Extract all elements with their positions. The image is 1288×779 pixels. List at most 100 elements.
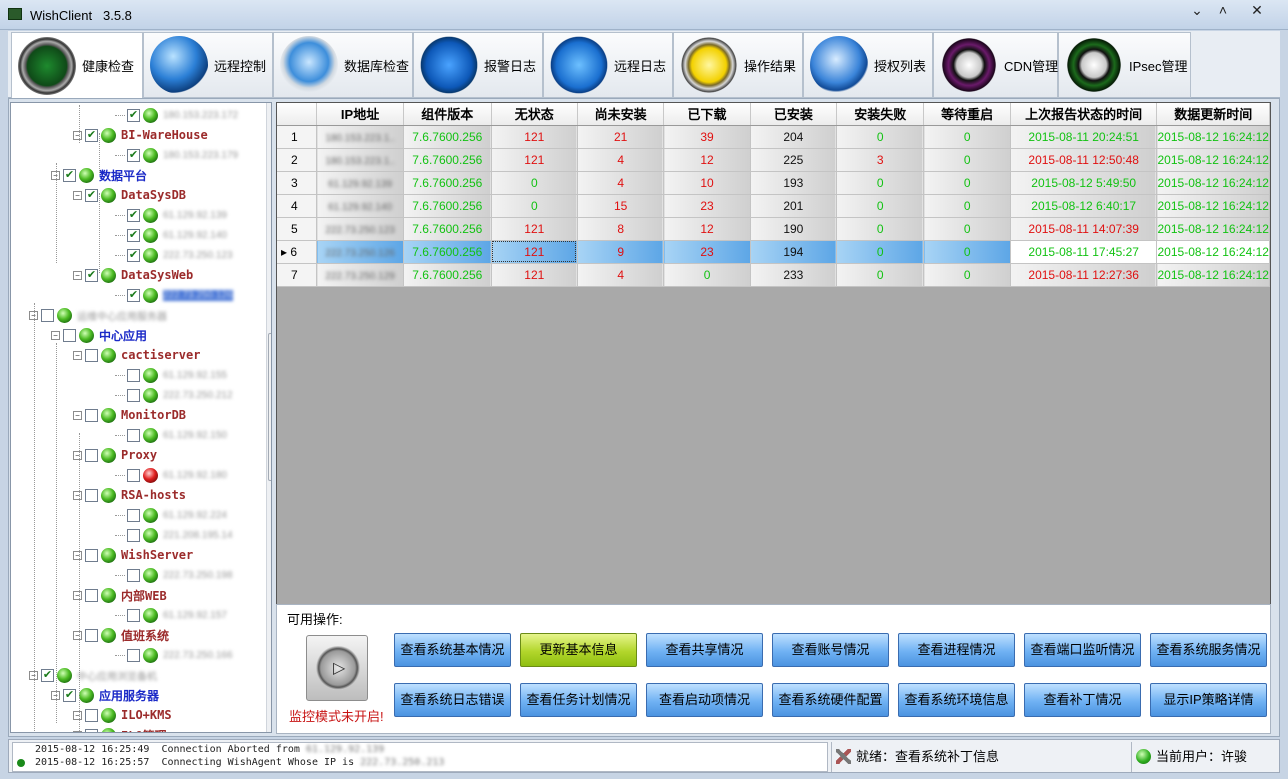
node-checkbox[interactable] <box>127 428 140 442</box>
node-checkbox[interactable] <box>127 508 140 522</box>
table-cell[interactable]: 190 <box>750 217 837 241</box>
tree-scrollbar[interactable]: ▲ ▼ <box>266 103 271 732</box>
table-row[interactable]: 4 61.129.92.140 7.6.7600.256 0 15 23 201 0 0 2015… <box>277 194 1270 218</box>
tree-node[interactable]: ✔ 180.153.223.179 <box>115 145 238 165</box>
table-cell[interactable]: 61.129.92.140 <box>316 194 404 218</box>
tree-node[interactable]: − ✔ DataSysDB <box>73 185 186 205</box>
table-cell[interactable]: 15 <box>577 194 665 218</box>
table-cell[interactable]: 0 <box>836 125 925 149</box>
table-cell[interactable]: 121 <box>491 148 578 172</box>
action-button[interactable]: 查看启动项情况 <box>646 683 763 717</box>
table-cell[interactable]: 180.153.223.1.. <box>316 125 404 149</box>
table-cell[interactable]: 4 <box>577 148 665 172</box>
table-cell[interactable]: 7.6.7600.256 <box>403 148 492 172</box>
table-row[interactable]: ▸ 6 222.73.250.126 7.6.7600.256 121 9 23 194 0 0… <box>277 240 1270 264</box>
table-cell[interactable]: 0 <box>663 263 751 287</box>
minimize-icon[interactable]: ⌄ <box>1184 2 1210 20</box>
node-checkbox[interactable]: ✔ <box>127 208 140 222</box>
table-cell[interactable]: 7.6.7600.256 <box>403 263 492 287</box>
collapse-icon[interactable]: − <box>73 410 82 420</box>
collapse-icon[interactable]: − <box>73 270 82 280</box>
table-cell[interactable]: 0 <box>836 263 925 287</box>
action-button[interactable]: 查看系统服务情况 <box>1150 633 1267 667</box>
node-checkbox[interactable] <box>41 308 54 322</box>
table-cell[interactable]: 121 <box>491 263 578 287</box>
table-cell[interactable]: 23 <box>663 240 751 264</box>
table-cell[interactable]: 2015-08-11 12:50:48 <box>1010 148 1158 172</box>
tree-node[interactable]: ✔ 180.153.223.172 <box>115 105 238 125</box>
column-header[interactable]: 安装失败 <box>836 103 925 126</box>
node-checkbox[interactable]: ✔ <box>63 688 76 702</box>
node-checkbox[interactable] <box>85 548 98 562</box>
node-checkbox[interactable] <box>85 708 98 722</box>
log-console[interactable]: 2015-08-12 16:25:49 Connection Aborted f… <box>12 742 828 772</box>
table-cell[interactable]: 7.6.7600.256 <box>403 240 492 264</box>
tree-node[interactable]: ✔ 61.129.92.139 <box>115 205 227 225</box>
tree-node[interactable]: ✔ 222.73.250.126 <box>115 285 233 305</box>
table-cell[interactable]: 204 <box>750 125 837 149</box>
table-cell[interactable]: 2015-08-11 17:45:27 <box>1010 240 1158 264</box>
tree-node[interactable]: − 值班系统 <box>73 625 169 645</box>
node-checkbox[interactable] <box>127 568 140 582</box>
action-button[interactable]: 查看进程情况 <box>898 633 1015 667</box>
tab-license-list[interactable]: 授权列表 <box>803 32 933 98</box>
column-header[interactable]: 上次报告状态的时间 <box>1010 103 1158 126</box>
table-cell[interactable]: 222.73.250.126 <box>316 240 404 264</box>
tree-node[interactable]: 222.73.250.212 <box>115 385 233 405</box>
table-cell[interactable]: 39 <box>663 125 751 149</box>
table-cell[interactable]: 0 <box>923 217 1011 241</box>
table-cell[interactable]: 222.73.250.123 <box>316 217 404 241</box>
row-header[interactable]: 7 <box>277 263 318 287</box>
collapse-icon[interactable]: − <box>73 450 82 460</box>
node-checkbox[interactable]: ✔ <box>127 288 140 302</box>
tree-node[interactable]: − ✔ 应用服务器 <box>51 685 159 705</box>
node-checkbox[interactable]: ✔ <box>127 248 140 262</box>
tree-node[interactable]: − cactiserver <box>73 345 200 365</box>
node-checkbox[interactable]: ✔ <box>85 268 98 282</box>
action-button[interactable]: 查看系统环境信息 <box>898 683 1015 717</box>
collapse-icon[interactable]: − <box>73 550 82 560</box>
node-checkbox[interactable] <box>127 528 140 542</box>
collapse-icon[interactable]: − <box>51 330 60 340</box>
tree-node[interactable]: ✔ 61.129.92.140 <box>115 225 227 245</box>
table-cell[interactable]: 0 <box>836 171 925 195</box>
node-checkbox[interactable] <box>85 728 98 732</box>
table-cell[interactable]: 12 <box>663 148 751 172</box>
table-cell[interactable]: 0 <box>491 194 578 218</box>
table-cell[interactable]: 225 <box>750 148 837 172</box>
collapse-icon[interactable]: − <box>73 190 82 200</box>
table-cell[interactable]: 23 <box>663 194 751 218</box>
tree-node[interactable]: − 内部WEB <box>73 585 167 605</box>
table-cell[interactable]: 0 <box>923 171 1011 195</box>
table-cell[interactable]: 193 <box>750 171 837 195</box>
patch-status-grid[interactable]: IP地址 组件版本 无状态 尚未安装 已下载 已安装 安装失败 等待重启 上次报告状态的时间 数据… <box>276 102 1271 605</box>
table-cell[interactable]: 4 <box>577 263 665 287</box>
column-header[interactable]: 无状态 <box>491 103 578 126</box>
node-checkbox[interactable] <box>85 588 98 602</box>
table-cell[interactable]: 2015-08-12 5:49:50 <box>1010 171 1158 195</box>
table-cell[interactable]: 2015-08-12 16:24:12 <box>1156 125 1270 149</box>
table-cell[interactable]: 4 <box>577 171 665 195</box>
tree-node[interactable]: − WishServer <box>73 545 193 565</box>
column-header[interactable]: 尚未安装 <box>577 103 665 126</box>
table-cell[interactable]: 12 <box>663 217 751 241</box>
action-button[interactable]: 显示IP策略详情 <box>1150 683 1267 717</box>
node-checkbox[interactable] <box>127 648 140 662</box>
table-row[interactable]: 2 180.153.223.1.. 7.6.7600.256 121 4 12 225 3 0 2… <box>277 148 1270 172</box>
action-button[interactable]: 查看系统硬件配置 <box>772 683 889 717</box>
tree-node[interactable]: 61.129.92.224 <box>115 505 227 525</box>
table-cell[interactable]: 0 <box>923 263 1011 287</box>
table-cell[interactable]: 121 <box>491 125 578 149</box>
node-checkbox[interactable] <box>85 408 98 422</box>
table-row[interactable]: 5 222.73.250.123 7.6.7600.256 121 8 12 190 0 0 20… <box>277 217 1270 241</box>
table-cell[interactable]: 2015-08-12 16:24:12 <box>1156 148 1270 172</box>
tree-node[interactable]: 222.73.250.166 <box>115 645 233 665</box>
tab-remote-log[interactable]: 远程日志 <box>543 32 673 98</box>
table-cell[interactable]: 2015-08-11 12:27:36 <box>1010 263 1158 287</box>
table-cell[interactable]: 194 <box>750 240 837 264</box>
tab-health-check[interactable]: 健康检查 <box>11 32 143 99</box>
table-cell[interactable]: 8 <box>577 217 665 241</box>
table-cell[interactable]: 7.6.7600.256 <box>403 125 492 149</box>
node-checkbox[interactable] <box>63 328 76 342</box>
tree-node[interactable]: 61.129.92.155 <box>115 365 227 385</box>
